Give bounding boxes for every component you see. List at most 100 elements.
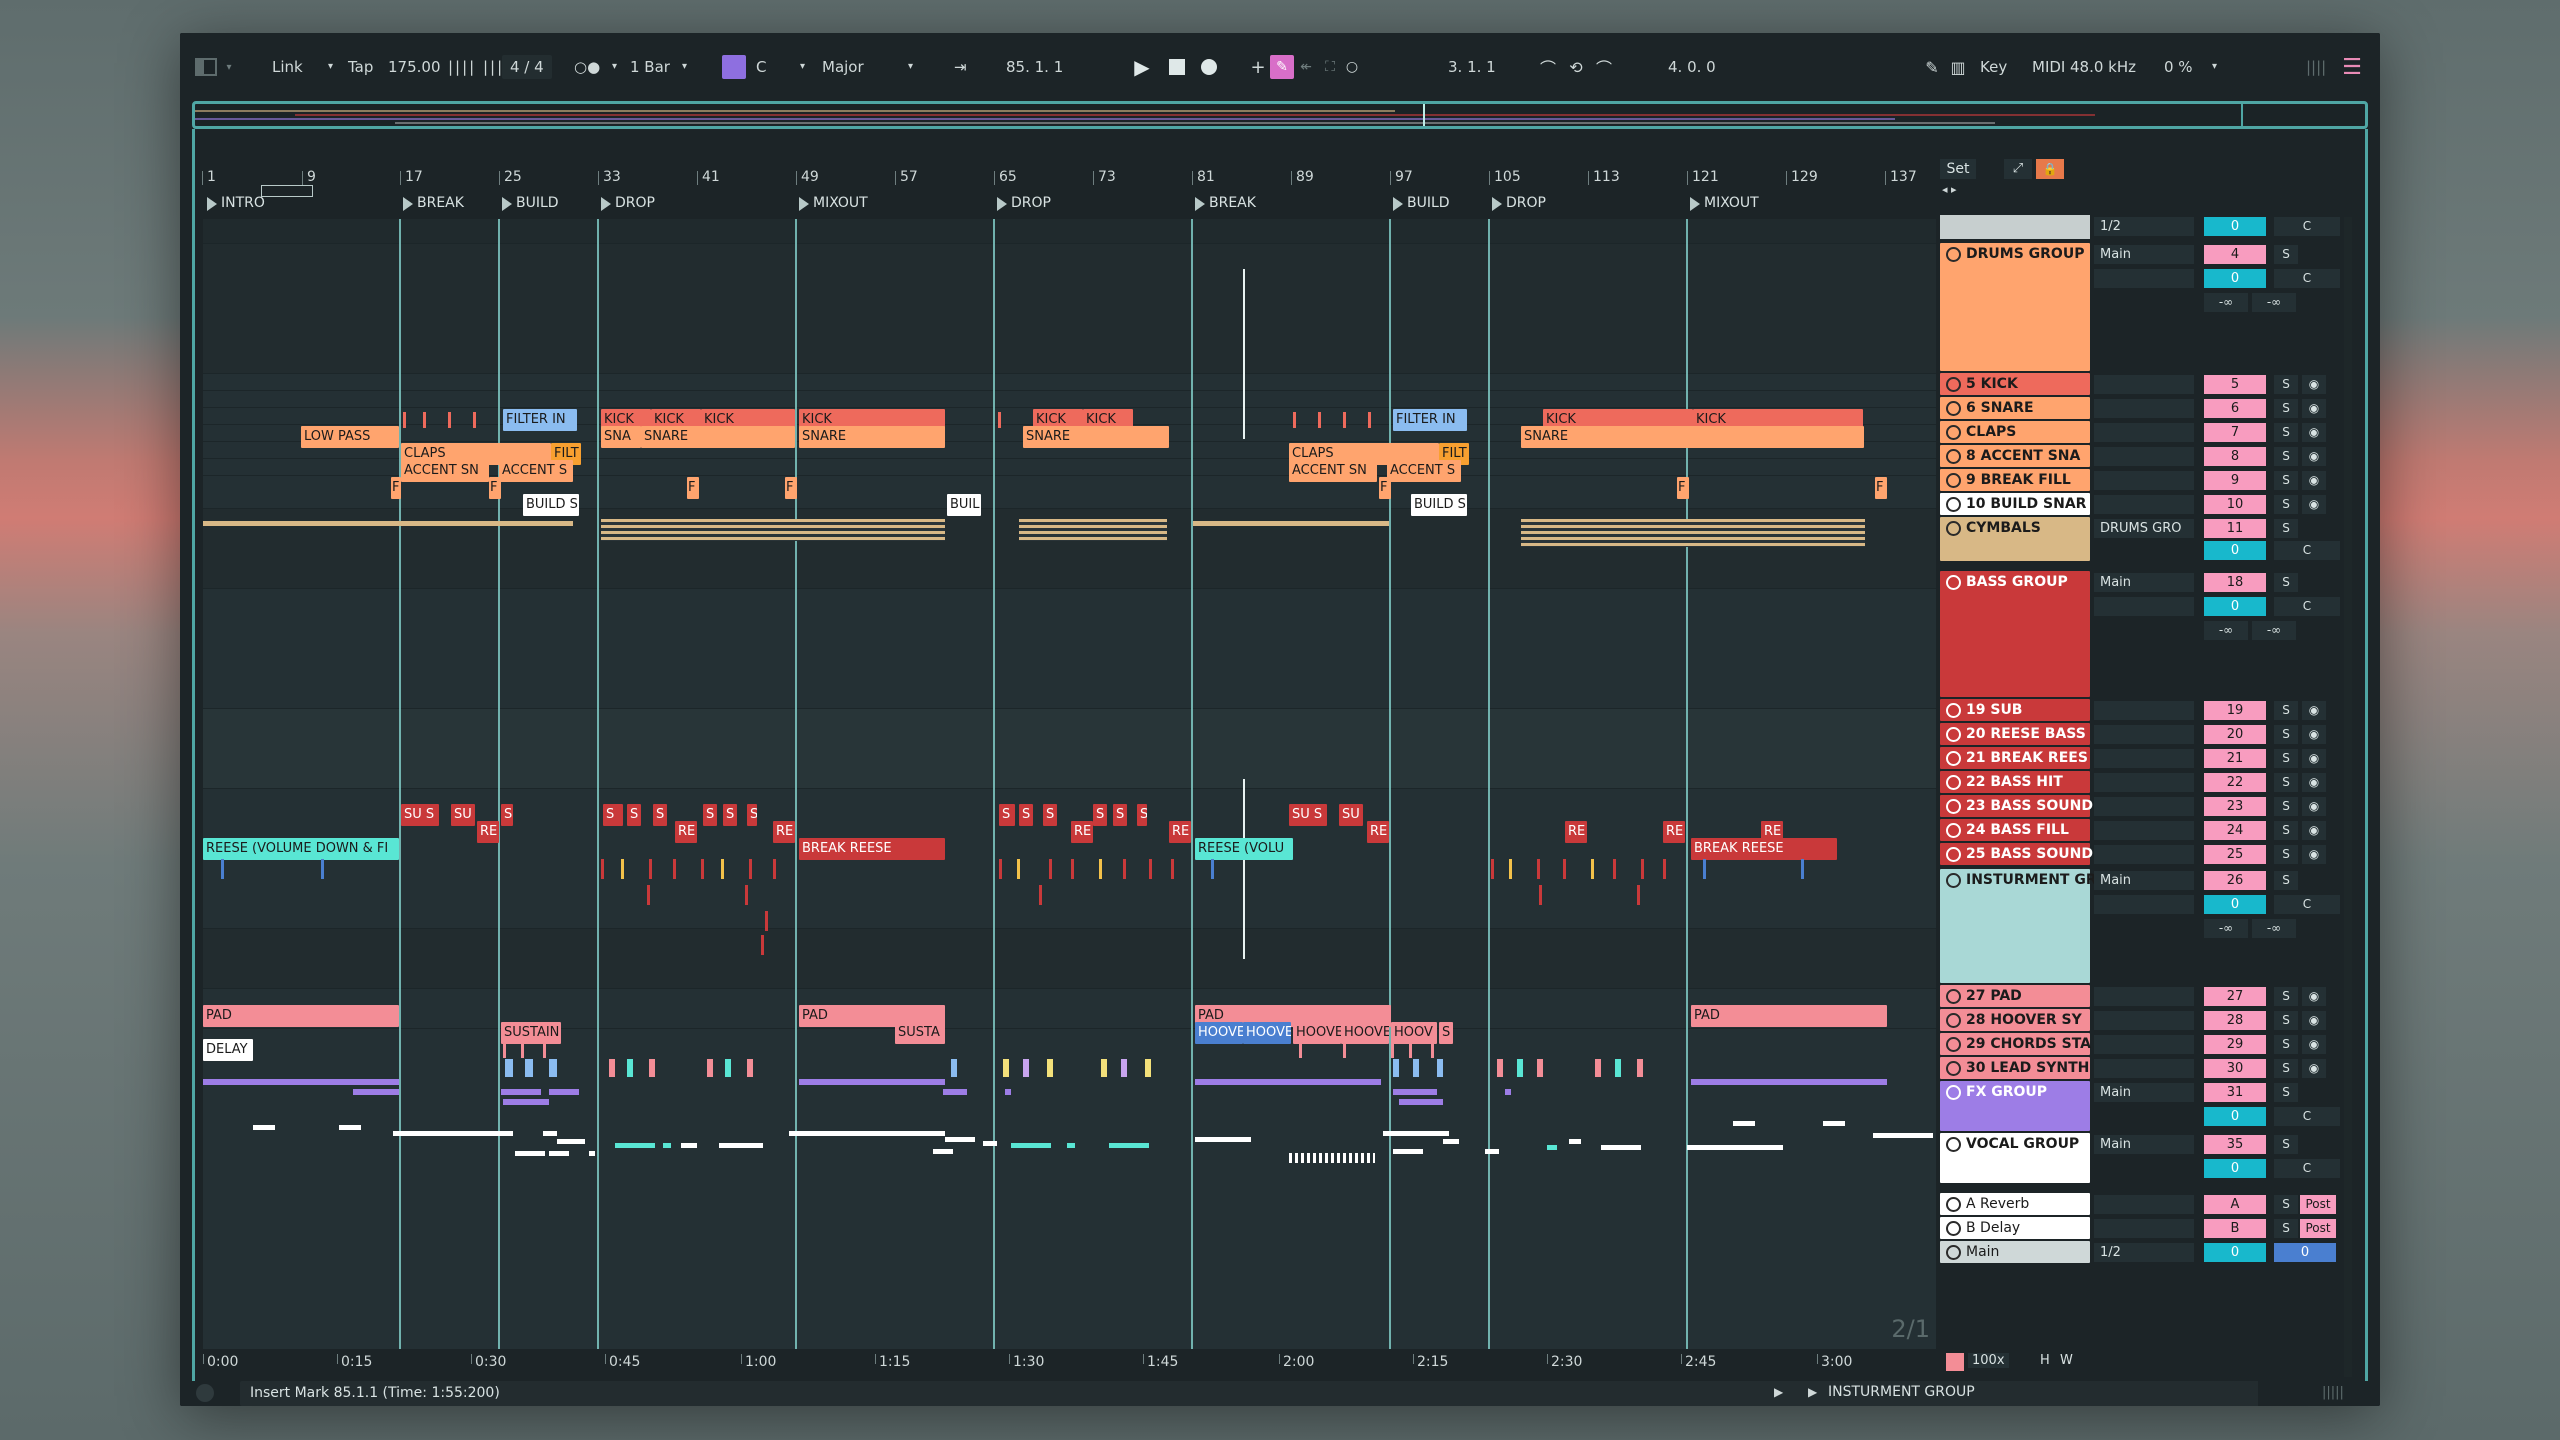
song-position-field[interactable]: 85. 1. 1 [1006,55,1063,79]
master-send[interactable]: 0 [2204,217,2266,236]
track-header-kick[interactable]: 5 KICK [1940,373,2090,395]
clip-cymbals[interactable] [601,519,945,541]
clip-reese[interactable]: RE [675,821,697,843]
clip-snare[interactable]: SNA [601,426,641,448]
clip-break-reese[interactable]: BREAK REESE [799,838,945,860]
track-header-sub[interactable]: 19 SUB [1940,699,2090,721]
tap-button[interactable]: Tap [348,55,373,79]
clip-pad[interactable]: PAD [203,1005,399,1027]
track-header-fx-group[interactable]: FX GROUP [1940,1081,2090,1131]
clip-reese[interactable]: RE [1565,821,1587,843]
clip-sub[interactable]: S [653,804,667,826]
clip-accent-sn[interactable]: ACCENT SN [401,460,489,482]
bar-ruler[interactable]: 1 9 17 25 33 41 49 57 65 73 81 89 97 105… [202,169,1936,189]
track-header-drums-group[interactable]: DRUMS GROUP [1940,243,2090,371]
clip-cymbals[interactable] [1521,519,1865,547]
capture-icon[interactable]: ⛶ [1318,55,1342,79]
track-header-a-reverb[interactable]: A Reverb [1940,1193,2090,1215]
peak-readout[interactable]: -∞ [2252,293,2296,312]
clip-build-snare[interactable]: BUILD SN [523,494,579,516]
lock-icon[interactable]: 🔒 [2036,159,2064,179]
clip-pad[interactable]: PAD [1691,1005,1887,1027]
clip-sub[interactable]: S [999,804,1015,826]
midi-map-button[interactable]: MIDI [2032,55,2065,79]
input-select[interactable] [2094,269,2194,288]
clip-hoover[interactable]: S [1439,1022,1453,1044]
clip-sub[interactable]: SU [451,804,475,826]
locator-intro[interactable]: INTRO [207,195,265,211]
clip-reese-volume[interactable]: REESE (VOLUME DOWN & FI [203,838,399,860]
clip-reese[interactable]: RE [1071,821,1093,843]
metronome-arrow[interactable]: ▾ [612,55,617,79]
locator-break-2[interactable]: BREAK [1195,195,1256,211]
clip-snare[interactable]: SNARE [1023,426,1169,448]
track-header-break-fill[interactable]: 9 BREAK FILL [1940,469,2090,491]
clip-fx[interactable] [203,1079,399,1085]
key-root-select[interactable]: C [756,55,766,79]
punch-in-icon[interactable]: ⌒ [1536,55,1560,79]
clip-sub[interactable]: S [627,804,641,826]
grid-icon[interactable]: ▥ [1946,55,1970,79]
clip-cymbals[interactable] [1193,521,1389,526]
punch-out-icon[interactable]: ⌒ [1592,55,1616,79]
clip-reese[interactable]: RE [477,821,499,843]
clip-break-fill[interactable]: F [1379,477,1391,499]
quantize-select[interactable]: 1 Bar [630,55,670,79]
clip-fx[interactable] [799,1079,945,1085]
loop-length-field[interactable]: 4. 0. 0 [1668,55,1716,79]
clip-reese[interactable]: RE [1367,821,1389,843]
clip-cymbals[interactable] [203,521,573,526]
clip-sub[interactable]: S [1137,804,1147,826]
clip-hoover[interactable]: HOOVE [1195,1022,1243,1044]
clip-hoover[interactable]: HOOVE [1293,1022,1341,1044]
clip-reese-volume[interactable]: REESE (VOLU [1195,838,1293,860]
track-header-claps[interactable]: CLAPS [1940,421,2090,443]
track-header-bass-hit[interactable]: 22 BASS HIT [1940,771,2090,793]
clip-sustain[interactable]: SUSTA [895,1022,945,1044]
metronome-icon[interactable]: ○● [574,55,600,79]
send-value[interactable]: 0 [2204,269,2266,288]
track-header-chords[interactable]: 29 CHORDS STA [1940,1033,2091,1055]
clip-reese[interactable]: RE [1169,821,1191,843]
key-scale-arrow[interactable]: ▾ [908,55,913,79]
clip-sustain[interactable]: SUSTAIN [501,1022,561,1044]
clip-sub[interactable]: S [501,804,513,826]
clip-accent-sn[interactable]: ACCENT SN [1289,460,1377,482]
clip-break-reese[interactable]: BREAK REESE [1691,838,1837,860]
locator-mixout[interactable]: MIXOUT [799,195,868,211]
post-button[interactable]: Post [2300,1219,2336,1238]
track-header-reese-bass[interactable]: 20 REESE BASS [1940,723,2090,745]
tempo-field[interactable]: 175.00 [388,55,441,79]
clip-fx[interactable] [1691,1079,1887,1085]
track-header-bass-fill[interactable]: 24 BASS FILL [1940,819,2090,841]
draw-mode-icon[interactable]: ✎ [1920,55,1944,79]
key-root-arrow[interactable]: ▾ [800,55,805,79]
cpu-arrow[interactable]: ▾ [2212,55,2217,79]
clip-reese[interactable]: RE [773,821,795,843]
locator-drop-2[interactable]: DROP [997,195,1051,211]
locator-build-2[interactable]: BUILD [1393,195,1450,211]
stop-icon[interactable] [1165,55,1189,79]
zoom-icon[interactable] [1946,1353,1964,1371]
track-number[interactable]: 4 [2204,245,2266,264]
track-header-break-reese[interactable]: 21 BREAK REES [1940,747,2090,769]
chevron-down-icon[interactable]: ▾ [222,55,236,79]
loop-switch-icon[interactable]: ⟲ [1564,55,1588,79]
play-icon-small[interactable]: ▶ [1774,1385,1783,1399]
clip-snare[interactable]: SNARE [1521,426,1864,448]
clip-hoover[interactable]: HOOV [1391,1022,1437,1044]
expand-icon[interactable]: ⤢ [2004,159,2032,179]
arrangement-overview[interactable] [192,101,2368,129]
track-header-pad[interactable]: 27 PAD [1940,985,2090,1007]
clip-sub[interactable]: SU [1339,804,1363,826]
menu-icon[interactable]: ☰ [2340,55,2364,80]
clip-sub[interactable]: S [1043,804,1057,826]
track-header-hoover[interactable]: 28 HOOVER SY [1940,1009,2090,1031]
follow-icon[interactable]: ⇥ [954,55,967,79]
clip-cymbals[interactable] [1019,519,1167,541]
track-header-cymbals[interactable]: CYMBALS [1940,517,2090,561]
track-header-lead-synth[interactable]: 30 LEAD SYNTH [1940,1057,2090,1079]
clip-snare[interactable]: SNARE [799,426,945,448]
plus-icon[interactable]: + [1246,55,1270,79]
solo-button[interactable]: S [2274,245,2298,264]
